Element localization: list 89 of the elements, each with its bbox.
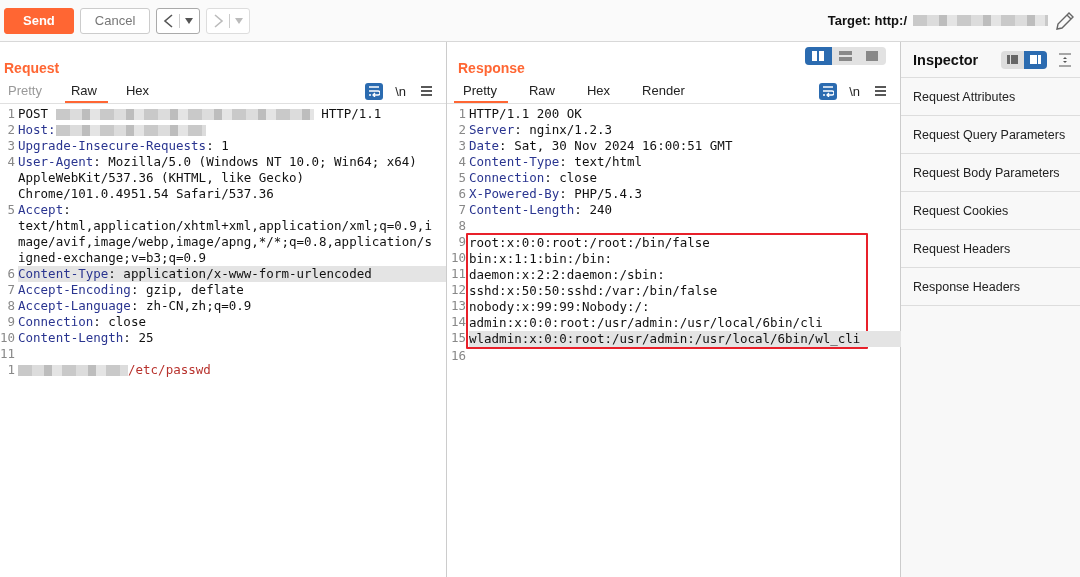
inspector-section[interactable]: Request Headers <box>901 230 1080 268</box>
code-line: Accept-Encoding: gzip, deflate <box>18 282 245 298</box>
code-line: sshd:x:50:50:sshd:/var:/bin/false <box>469 283 719 299</box>
caret-icon <box>184 15 195 26</box>
line-number: 16 <box>449 348 467 364</box>
wrap-lines-button[interactable] <box>365 82 384 100</box>
line-number: 2 <box>457 122 467 138</box>
chevron-right-icon <box>212 12 226 29</box>
wrap-icon <box>368 85 381 97</box>
line-number: 15 <box>449 330 467 346</box>
line-number: 6 <box>6 266 16 282</box>
caret-icon <box>234 15 245 26</box>
code-line: /etc/passwd <box>18 362 436 378</box>
line-number: 5 <box>6 202 16 219</box>
code-line: Content-Type: text/html <box>469 154 644 170</box>
line-number: 10 <box>0 330 17 346</box>
code-line: bin:x:1:1:bin:/bin: <box>469 251 613 267</box>
code-line: Connection: close <box>469 170 598 186</box>
menu-icon <box>420 86 432 96</box>
inspector-section[interactable]: Response Headers <box>901 268 1080 306</box>
line-number: 4 <box>6 154 16 171</box>
code-line: daemon:x:2:2:daemon:/sbin: <box>469 267 666 283</box>
wrap-icon <box>822 85 835 97</box>
code-line: Server: nginx/1.2.3 <box>469 122 613 138</box>
code-line: Accept: text/html,application/xhtml+xml,application/xml;q=0.9,image/avif,image/webp,image/apng,*/*;q=0.8,application/signed-exchange;v=b3;q=0.9 <box>18 202 433 266</box>
single-pane-icon <box>866 51 879 61</box>
inspector-section[interactable]: Request Attributes <box>901 78 1080 116</box>
line-number: 11 <box>0 346 17 362</box>
inspector-layout-button[interactable] <box>1024 50 1047 69</box>
code-line: root:x:0:0:root:/root:/bin/false <box>469 235 711 251</box>
code-line: X-Powered-By: PHP/5.4.3 <box>469 186 644 202</box>
line-number: 9 <box>6 314 16 330</box>
pencil-icon <box>1054 9 1076 32</box>
side-by-side-icon <box>812 51 825 61</box>
line-number: 1 <box>6 106 16 122</box>
inspector-section[interactable]: Request Query Parameters <box>901 116 1080 154</box>
line-number: 1 <box>6 362 16 378</box>
back-button[interactable] <box>156 7 201 34</box>
code-line: HTTP/1.1 200 OK <box>469 106 583 122</box>
code-line: Date: Sat, 30 Nov 2024 16:00:51 GMT <box>469 138 734 154</box>
stacked-panes-icon <box>839 51 852 61</box>
panel-title: Request <box>4 60 60 78</box>
expand-icon[interactable] <box>1059 52 1071 67</box>
view-tab[interactable]: Pretty <box>454 79 508 103</box>
line-number: 12 <box>449 282 467 298</box>
line-number: 11 <box>449 266 467 282</box>
line-number: 13 <box>449 298 467 314</box>
line-number: 3 <box>6 138 16 154</box>
code-line: Accept-Language: zh-CN,zh;q=0.9 <box>18 298 253 314</box>
view-tab[interactable]: Raw <box>519 79 566 103</box>
inspector-title: Inspector <box>913 51 980 68</box>
code-line: User-Agent: Mozilla/5.0 (Windows NT 10.0; Win64; x64) AppleWebKit/537.36 (KHTML, like Gecko) Chrome/101.0.4951.54 Safari/537.36 <box>18 154 418 202</box>
line-number: 1 <box>457 106 467 122</box>
columns-layout-button[interactable] <box>805 47 832 65</box>
line-number: 8 <box>457 218 467 234</box>
line-number: 6 <box>457 186 467 202</box>
code-line: Host: <box>18 122 436 138</box>
newline-toggle[interactable]: \n <box>395 83 406 99</box>
line-number: 2 <box>6 122 16 138</box>
view-tab[interactable]: Hex <box>120 79 161 103</box>
line-number: 5 <box>457 170 467 186</box>
line-number: 9 <box>457 234 467 250</box>
inspector-section[interactable]: Request Body Parameters <box>901 154 1080 192</box>
view-tab[interactable]: Render <box>633 79 696 103</box>
panel-layout-icon <box>1030 55 1041 64</box>
line-number: 3 <box>457 138 467 154</box>
line-number: 14 <box>449 314 467 330</box>
cancel-button[interactable]: Cancel <box>79 7 151 34</box>
newline-toggle[interactable]: \n <box>849 83 860 99</box>
line-number: 7 <box>6 282 16 298</box>
line-number: 7 <box>457 202 467 218</box>
code-line: admin:x:0:0:root:/usr/admin:/usr/local/6bin/cli <box>469 315 824 331</box>
wrap-lines-button[interactable] <box>819 82 838 100</box>
code-line: Content-Length: 240 <box>469 202 613 218</box>
line-number: 8 <box>6 298 16 314</box>
code-line: Content-Length: 25 <box>18 330 155 346</box>
code-line: POST HTTP/1.1 <box>18 106 383 122</box>
panel-layout-icon <box>1007 55 1018 64</box>
view-tab[interactable]: Hex <box>578 79 622 103</box>
inspector-section[interactable]: Request Cookies <box>901 192 1080 230</box>
line-number: 10 <box>449 250 467 266</box>
code-line: Upgrade-Insecure-Requests: 1 <box>18 138 230 154</box>
panel-title: Response <box>458 60 525 78</box>
menu-icon <box>874 86 886 96</box>
code-line: nobody:x:99:99:Nobody:/: <box>469 299 651 315</box>
target-label: Target: http:/ <box>827 13 907 28</box>
line-number: 4 <box>457 154 467 170</box>
view-tab[interactable]: Raw <box>64 79 108 103</box>
code-line: Connection: close <box>18 314 147 330</box>
